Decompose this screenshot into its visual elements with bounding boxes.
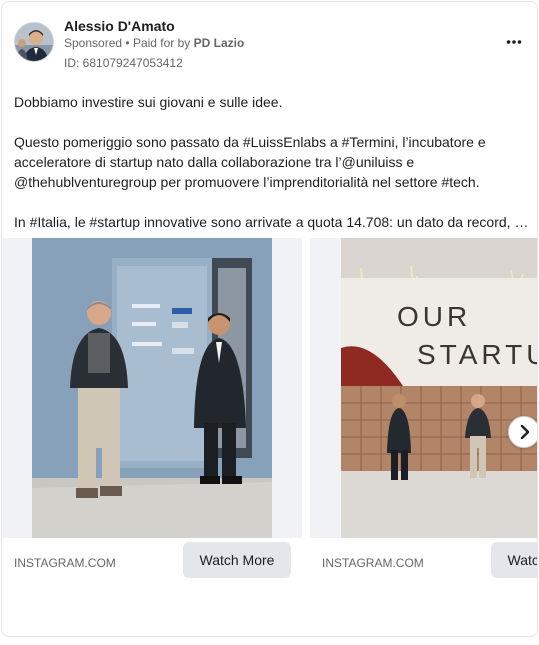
paid-for-prefix: Paid for by (132, 36, 191, 50)
carousel-card[interactable]: OUR STARTUP (310, 238, 538, 594)
sponsored-label: Sponsored (64, 36, 123, 50)
ad-id: ID: 681079247053412 (64, 56, 183, 70)
wall-text-our: OUR (397, 301, 471, 332)
ad-card: Alessio D'Amato Sponsored • Paid for by … (1, 1, 538, 637)
body-line: @thehublventuregroup per promuovere l’im… (14, 174, 480, 190)
wall-text-startup: STARTUP (417, 339, 538, 370)
link-domain[interactable]: INSTAGRAM.COM (14, 556, 116, 570)
carousel-next-button[interactable] (508, 416, 537, 448)
card-footer: INSTAGRAM.COM Watch More (310, 538, 537, 594)
more-horizontal-icon (506, 40, 522, 44)
post-body: Dobbiamo investire sui giovani e sulle i… (14, 92, 534, 232)
chevron-right-icon (520, 425, 530, 439)
carousel-image[interactable]: OUR STARTUP (341, 238, 538, 538)
watch-more-button[interactable]: Watch More (491, 542, 537, 578)
watch-more-button[interactable]: Watch More (183, 542, 291, 578)
avatar[interactable] (14, 22, 54, 62)
author-name[interactable]: Alessio D'Amato (64, 18, 175, 34)
carousel-card[interactable]: INSTAGRAM.COM Watch More (2, 238, 302, 594)
paid-for-by[interactable]: PD Lazio (194, 36, 245, 50)
sponsored-line: Sponsored • Paid for by PD Lazio (64, 36, 244, 50)
post-header: Alessio D'Amato Sponsored • Paid for by … (14, 18, 529, 74)
link-domain[interactable]: INSTAGRAM.COM (322, 556, 424, 570)
body-line: Questo pomeriggio sono passato da #Luiss… (14, 134, 486, 150)
more-options-button[interactable] (499, 32, 529, 52)
body-line: Dobbiamo investire sui giovani e sulle i… (14, 94, 283, 110)
card-footer: INSTAGRAM.COM Watch More (2, 538, 302, 594)
meta-separator: • (125, 36, 130, 50)
media-carousel: INSTAGRAM.COM Watch More OUR STARTUP (2, 238, 538, 598)
body-line: acceleratore di startup nato dalla colla… (14, 154, 415, 170)
carousel-image[interactable] (32, 238, 272, 538)
body-line: In #Italia, le #startup innovative sono … (14, 214, 529, 230)
